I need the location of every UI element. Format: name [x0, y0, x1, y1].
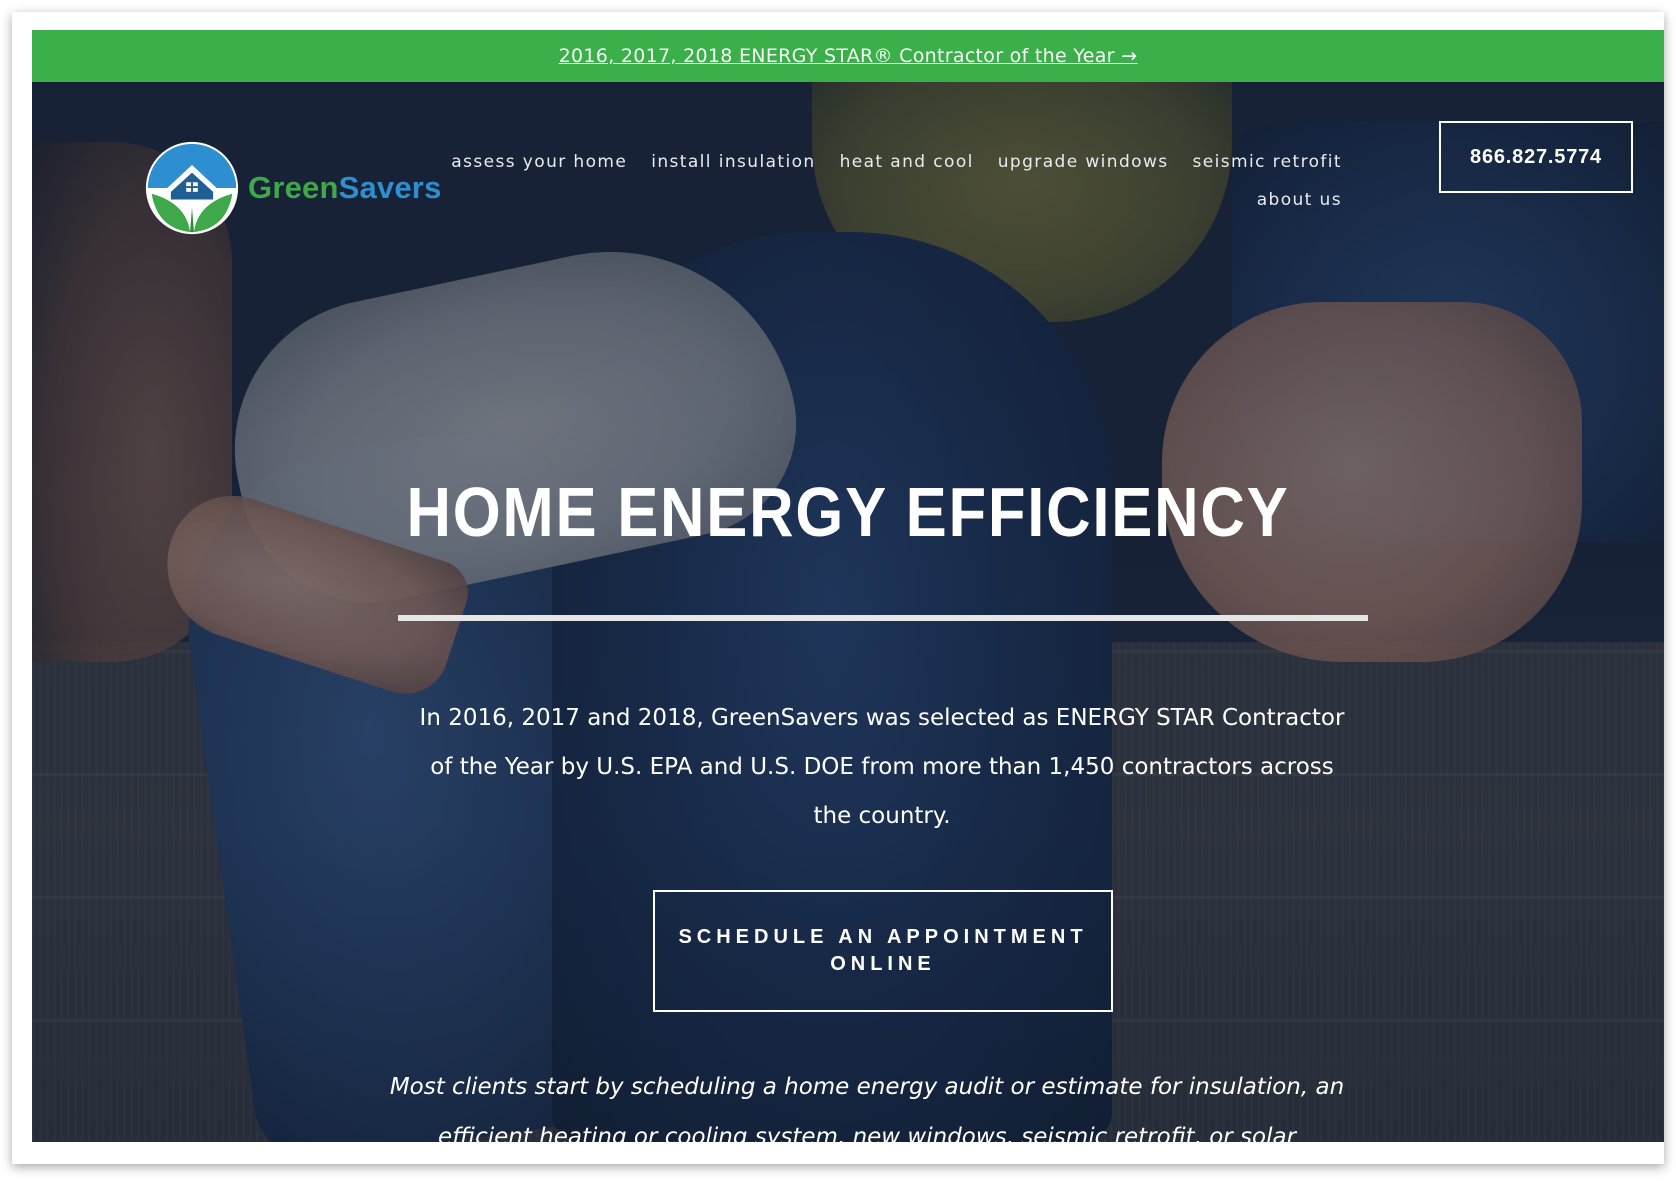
main-nav: assess your home install insulation heat…	[451, 152, 1342, 210]
site-logo[interactable]: GreenSavers	[144, 140, 442, 236]
nav-item-seismic-retrofit[interactable]: seismic retrofit	[1193, 152, 1342, 172]
nav-item-install-insulation[interactable]: install insulation	[651, 152, 815, 172]
schedule-appointment-button[interactable]: SCHEDULE AN APPOINTMENT ONLINE	[653, 890, 1113, 1012]
announcement-bar: 2016, 2017, 2018 ENERGY STAR® Contractor…	[32, 30, 1664, 82]
hero-divider	[398, 615, 1368, 621]
nav-item-assess-your-home[interactable]: assess your home	[451, 152, 627, 172]
nav-item-about-us[interactable]: about us	[1257, 190, 1342, 210]
nav-item-heat-and-cool[interactable]: heat and cool	[840, 152, 974, 172]
hero-description: In 2016, 2017 and 2018, GreenSavers was …	[419, 705, 1345, 829]
hero-intro-text: Most clients start by scheduling a home …	[389, 1074, 1345, 1142]
screenshot-frame: 2016, 2017, 2018 ENERGY STAR® Contractor…	[12, 12, 1664, 1164]
hero-title: HOME ENERGY EFFICIENCY	[406, 473, 1290, 551]
logo-text-green: Green	[248, 170, 339, 205]
nav-row-secondary: about us	[502, 190, 1342, 210]
logo-house-leaf-icon	[145, 141, 239, 235]
web-page: 2016, 2017, 2018 ENERGY STAR® Contractor…	[32, 30, 1664, 1142]
site-header: GreenSavers assess your home install ins…	[32, 82, 1664, 242]
nav-item-upgrade-windows[interactable]: upgrade windows	[998, 152, 1169, 172]
logo-text-savers: Savers	[338, 170, 442, 205]
nav-row-primary: assess your home install insulation heat…	[451, 152, 1342, 172]
logo-wordmark: GreenSavers	[248, 170, 442, 206]
announcement-link[interactable]: 2016, 2017, 2018 ENERGY STAR® Contractor…	[559, 45, 1138, 67]
